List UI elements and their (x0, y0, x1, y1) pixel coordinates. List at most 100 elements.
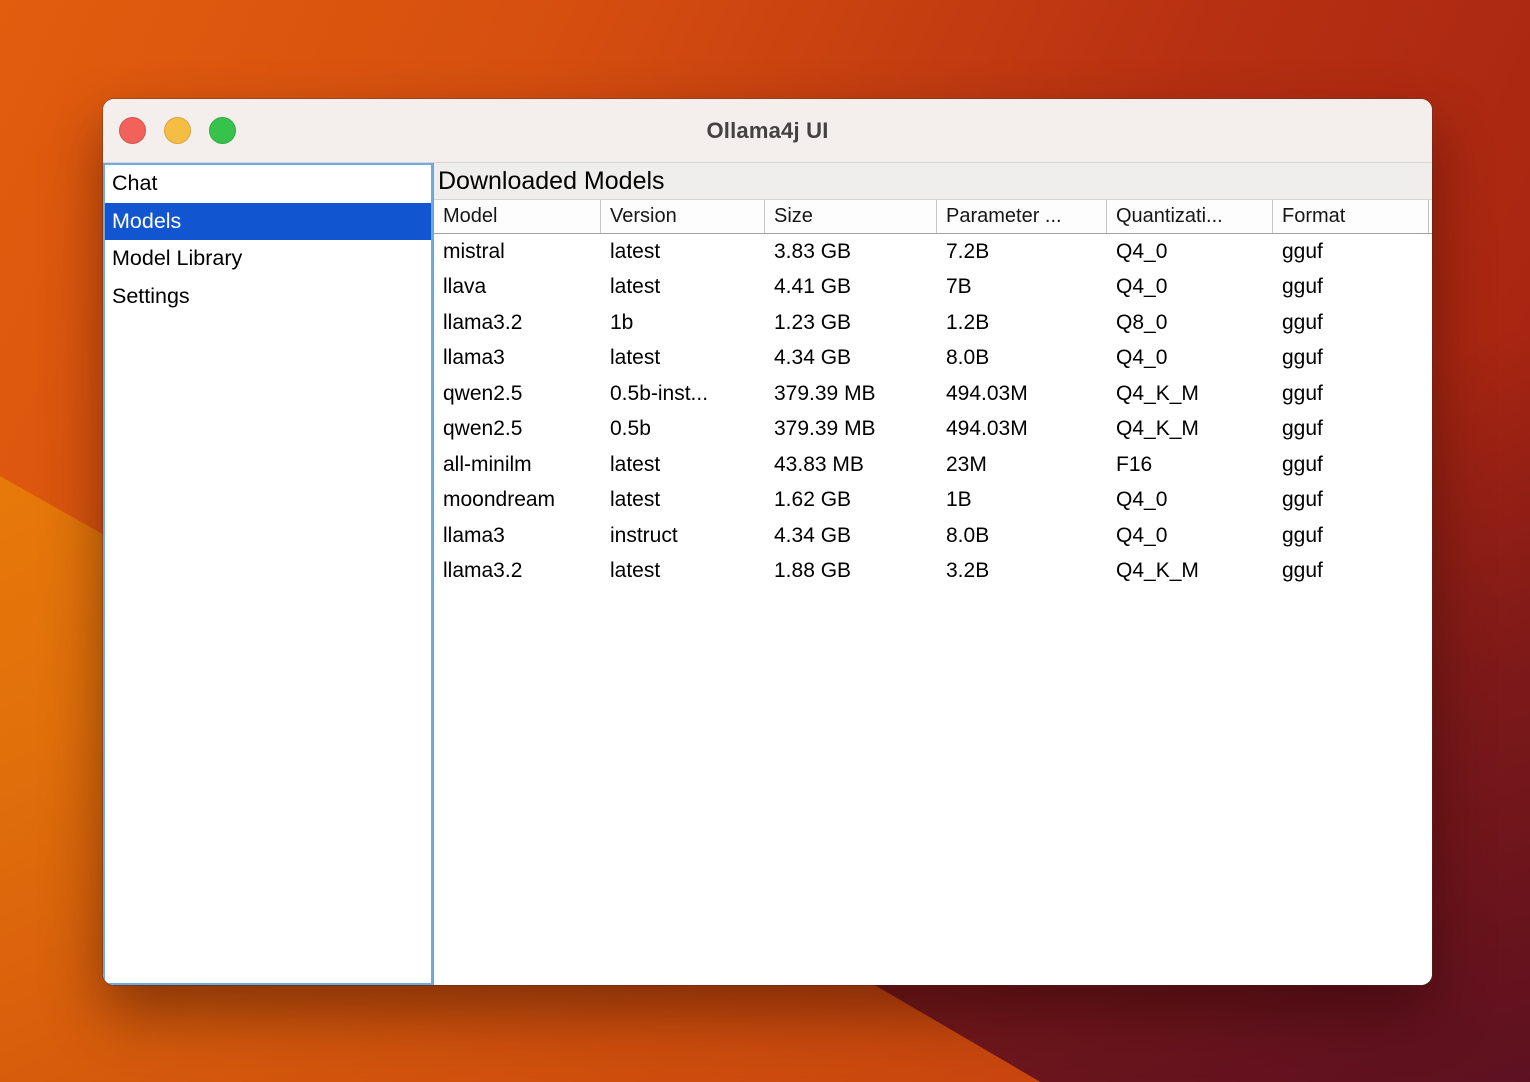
table-cell: Q4_0 (1107, 270, 1273, 306)
table-cell: Q4_0 (1107, 341, 1273, 377)
minimize-button[interactable] (164, 117, 191, 144)
table-cell: gguf (1273, 376, 1429, 412)
table-cell: mistral (434, 234, 601, 270)
sidebar-item-chat[interactable]: Chat (105, 165, 431, 203)
table-cell: gguf (1273, 554, 1429, 590)
table-cell-filler (1429, 234, 1432, 270)
table-row[interactable]: llama3.21b1.23 GB1.2BQ8_0gguf (434, 305, 1432, 341)
table-cell: latest (601, 234, 765, 270)
table-cell: Q4_0 (1107, 234, 1273, 270)
table-cell: gguf (1273, 270, 1429, 306)
app-window: Ollama4j UI ChatModelsModel LibrarySetti… (103, 99, 1432, 985)
table-cell: Q4_K_M (1107, 554, 1273, 590)
table-cell: F16 (1107, 447, 1273, 483)
column-header-format[interactable]: Format (1273, 200, 1429, 233)
table-cell: gguf (1273, 483, 1429, 519)
sidebar-item-models[interactable]: Models (105, 203, 431, 241)
table-cell-filler (1429, 341, 1432, 377)
table-cell: gguf (1273, 341, 1429, 377)
table-cell: Q4_K_M (1107, 376, 1273, 412)
table-cell: 1.62 GB (765, 483, 937, 519)
table-row[interactable]: mistrallatest3.83 GB7.2BQ4_0gguf (434, 234, 1432, 270)
window-title: Ollama4j UI (103, 99, 1432, 162)
column-header-filler (1429, 200, 1432, 233)
table-cell: 4.34 GB (765, 518, 937, 554)
sidebar-item-settings[interactable]: Settings (105, 278, 431, 316)
table-cell: gguf (1273, 234, 1429, 270)
column-header-model[interactable]: Model (434, 200, 601, 233)
table-cell: llama3.2 (434, 554, 601, 590)
column-header-version[interactable]: Version (601, 200, 765, 233)
table-cell: 1.2B (937, 305, 1107, 341)
table-cell: 4.41 GB (765, 270, 937, 306)
window-content: ChatModelsModel LibrarySettings Download… (103, 163, 1432, 985)
table-cell: 494.03M (937, 412, 1107, 448)
table-cell: llama3 (434, 341, 601, 377)
table-cell: 0.5b-inst... (601, 376, 765, 412)
table-row[interactable]: qwen2.50.5b-inst...379.39 MB494.03MQ4_K_… (434, 376, 1432, 412)
column-header-size[interactable]: Size (765, 200, 937, 233)
table-cell: 1.88 GB (765, 554, 937, 590)
table-cell: all-minilm (434, 447, 601, 483)
table-body: mistrallatest3.83 GB7.2BQ4_0ggufllavalat… (434, 234, 1432, 985)
table-cell: llama3 (434, 518, 601, 554)
table-cell: 8.0B (937, 341, 1107, 377)
table-cell-filler (1429, 305, 1432, 341)
table-cell: 3.83 GB (765, 234, 937, 270)
sidebar-nav: ChatModelsModel LibrarySettings (103, 163, 433, 985)
table-row[interactable]: qwen2.50.5b379.39 MB494.03MQ4_K_Mgguf (434, 412, 1432, 448)
table-header: ModelVersionSizeParameter ...Quantizati.… (434, 200, 1432, 234)
table-cell: Q8_0 (1107, 305, 1273, 341)
table-cell: 1.23 GB (765, 305, 937, 341)
close-button[interactable] (119, 117, 146, 144)
table-row[interactable]: llama3.2latest1.88 GB3.2BQ4_K_Mgguf (434, 554, 1432, 590)
table-cell: gguf (1273, 518, 1429, 554)
table-cell: qwen2.5 (434, 376, 601, 412)
table-cell: 8.0B (937, 518, 1107, 554)
table-row[interactable]: llama3instruct4.34 GB8.0BQ4_0gguf (434, 518, 1432, 554)
column-header-parameter[interactable]: Parameter ... (937, 200, 1107, 233)
table-cell-filler (1429, 270, 1432, 306)
desktop-wallpaper: Ollama4j UI ChatModelsModel LibrarySetti… (0, 0, 1530, 1082)
table-cell: 4.34 GB (765, 341, 937, 377)
table-cell: Q4_0 (1107, 518, 1273, 554)
table-cell: 1b (601, 305, 765, 341)
table-cell: moondream (434, 483, 601, 519)
table-cell: 494.03M (937, 376, 1107, 412)
table-cell: 3.2B (937, 554, 1107, 590)
table-cell: 23M (937, 447, 1107, 483)
table-cell: 0.5b (601, 412, 765, 448)
table-cell: latest (601, 554, 765, 590)
table-cell: latest (601, 270, 765, 306)
main-panel: Downloaded Models ModelVersionSizeParame… (433, 163, 1432, 985)
sidebar-item-model-library[interactable]: Model Library (105, 240, 431, 278)
table-cell: gguf (1273, 305, 1429, 341)
zoom-button[interactable] (209, 117, 236, 144)
table-cell: 379.39 MB (765, 412, 937, 448)
table-cell: Q4_K_M (1107, 412, 1273, 448)
table-cell-filler (1429, 447, 1432, 483)
column-header-quantizati[interactable]: Quantizati... (1107, 200, 1273, 233)
table-cell: 1B (937, 483, 1107, 519)
table-cell-filler (1429, 412, 1432, 448)
table-row[interactable]: llama3latest4.34 GB8.0BQ4_0gguf (434, 341, 1432, 377)
table-row[interactable]: all-minilmlatest43.83 MB23MF16gguf (434, 447, 1432, 483)
panel-title: Downloaded Models (434, 163, 1432, 200)
table-cell: Q4_0 (1107, 483, 1273, 519)
titlebar[interactable]: Ollama4j UI (103, 99, 1432, 163)
table-cell-filler (1429, 376, 1432, 412)
table-cell: latest (601, 341, 765, 377)
table-row[interactable]: moondreamlatest1.62 GB1BQ4_0gguf (434, 483, 1432, 519)
table-cell: gguf (1273, 412, 1429, 448)
table-row[interactable]: llavalatest4.41 GB7BQ4_0gguf (434, 270, 1432, 306)
table-cell-filler (1429, 483, 1432, 519)
table-cell: 7B (937, 270, 1107, 306)
window-controls (119, 99, 236, 162)
table-cell-filler (1429, 554, 1432, 590)
table-cell: qwen2.5 (434, 412, 601, 448)
table-cell: instruct (601, 518, 765, 554)
table-cell: gguf (1273, 447, 1429, 483)
table-cell: 43.83 MB (765, 447, 937, 483)
table-cell: latest (601, 483, 765, 519)
table-cell: llama3.2 (434, 305, 601, 341)
